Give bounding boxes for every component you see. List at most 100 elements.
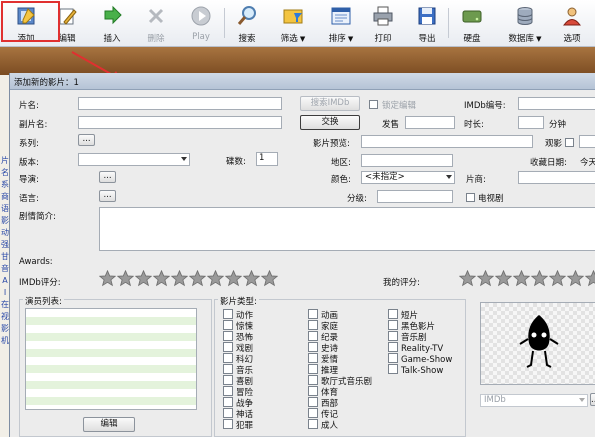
- genre-checkbox[interactable]: 冒险: [223, 386, 253, 398]
- my-rating-stars[interactable]: [459, 270, 595, 288]
- rating-star-icon[interactable]: [189, 270, 206, 287]
- genre-checkbox[interactable]: 西部: [308, 397, 338, 409]
- genre-checkbox[interactable]: 体育: [308, 386, 338, 398]
- print-button[interactable]: 打印: [364, 0, 402, 46]
- checkbox-box[interactable]: [223, 397, 233, 407]
- tv-series-checkbox[interactable]: [466, 193, 475, 202]
- genre-checkbox[interactable]: 音乐: [223, 364, 253, 376]
- checkbox-box[interactable]: [223, 364, 233, 374]
- swap-button[interactable]: 交换: [300, 115, 360, 130]
- checkbox-box[interactable]: [223, 386, 233, 396]
- filter-button[interactable]: 筛选 ▼: [270, 0, 316, 46]
- genre-checkbox[interactable]: 成人: [308, 419, 338, 431]
- genre-checkbox[interactable]: 音乐剧: [388, 331, 427, 343]
- checkbox-box[interactable]: [308, 353, 318, 363]
- checkbox-box[interactable]: [388, 320, 398, 330]
- release-input[interactable]: [405, 116, 455, 129]
- checkbox-box[interactable]: [388, 364, 398, 374]
- genre-checkbox[interactable]: 犯罪: [223, 419, 253, 431]
- rating-star-icon[interactable]: [171, 270, 188, 287]
- genre-checkbox[interactable]: 黑色影片: [388, 320, 435, 332]
- genre-checkbox[interactable]: 推理: [308, 364, 338, 376]
- rating-star-icon[interactable]: [225, 270, 242, 287]
- version-select[interactable]: [78, 153, 190, 166]
- genre-checkbox[interactable]: 动作: [223, 309, 253, 321]
- cast-list[interactable]: [25, 308, 197, 410]
- cover-source-select[interactable]: IMDb: [480, 394, 588, 407]
- checkbox-box[interactable]: [223, 342, 233, 352]
- synopsis-textarea[interactable]: [99, 207, 595, 251]
- genre-checkbox[interactable]: 家庭: [308, 320, 338, 332]
- genre-checkbox[interactable]: 神话: [223, 408, 253, 420]
- checkbox-box[interactable]: [308, 375, 318, 385]
- rating-star-icon[interactable]: [135, 270, 152, 287]
- genre-checkbox[interactable]: 爱情: [308, 353, 338, 365]
- checkbox-box[interactable]: [308, 419, 318, 429]
- checkbox-box[interactable]: [223, 320, 233, 330]
- producer-input[interactable]: [518, 171, 595, 184]
- checkbox-box[interactable]: [223, 375, 233, 385]
- director-browse-button[interactable]: ...: [99, 171, 116, 183]
- genre-checkbox[interactable]: 科幻: [223, 353, 253, 365]
- checkbox-box[interactable]: [308, 364, 318, 374]
- genre-checkbox[interactable]: 惊悚: [223, 320, 253, 332]
- language-browse-button[interactable]: ...: [99, 190, 116, 202]
- edit-cast-button[interactable]: 编辑: [83, 417, 135, 432]
- database-button[interactable]: 数据库 ▼: [500, 0, 550, 46]
- search-imdb-button[interactable]: 搜索IMDb: [300, 96, 360, 111]
- dialog-titlebar[interactable]: 添加新的影片：1: [10, 73, 595, 90]
- rating-star-icon[interactable]: [531, 270, 548, 287]
- genre-checkbox[interactable]: 戏剧: [223, 342, 253, 354]
- rating-star-icon[interactable]: [261, 270, 278, 287]
- checkbox-box[interactable]: [308, 342, 318, 352]
- genre-checkbox[interactable]: 动画: [308, 309, 338, 321]
- rating-star-icon[interactable]: [117, 270, 134, 287]
- lock-edit-checkbox[interactable]: [369, 100, 378, 109]
- search-button[interactable]: 搜索: [226, 0, 268, 46]
- checkbox-box[interactable]: [388, 342, 398, 352]
- watched-checkbox[interactable]: [565, 138, 574, 147]
- imdb-rating-stars[interactable]: [99, 270, 279, 288]
- discs-spinner[interactable]: 1: [256, 152, 278, 166]
- checkbox-box[interactable]: [308, 408, 318, 418]
- rating-star-icon[interactable]: [153, 270, 170, 287]
- genre-checkbox[interactable]: 战争: [223, 397, 253, 409]
- checkbox-box[interactable]: [308, 309, 318, 319]
- checkbox-box[interactable]: [223, 331, 233, 341]
- options-button[interactable]: 选项: [552, 0, 592, 46]
- collect-date-value[interactable]: 今天: [580, 156, 595, 168]
- grade-input[interactable]: [377, 190, 453, 203]
- rating-star-icon[interactable]: [549, 270, 566, 287]
- rating-star-icon[interactable]: [243, 270, 260, 287]
- checkbox-box[interactable]: [223, 309, 233, 319]
- checkbox-box[interactable]: [388, 309, 398, 319]
- genre-checkbox[interactable]: 喜剧: [223, 375, 253, 387]
- disk-button[interactable]: 硬盘: [452, 0, 492, 46]
- genre-checkbox[interactable]: 短片: [388, 309, 418, 321]
- insert-button[interactable]: 插入: [90, 0, 134, 46]
- title-input[interactable]: [78, 97, 282, 110]
- genre-checkbox[interactable]: Talk-Show: [388, 364, 443, 376]
- checkbox-box[interactable]: [308, 331, 318, 341]
- rating-star-icon[interactable]: [477, 270, 494, 287]
- duration-input[interactable]: [518, 116, 544, 129]
- export-button[interactable]: 导出: [408, 0, 446, 46]
- delete-button[interactable]: 删除: [134, 0, 178, 46]
- checkbox-box[interactable]: [223, 408, 233, 418]
- checkbox-box[interactable]: [308, 386, 318, 396]
- subtitle-input[interactable]: [78, 116, 282, 129]
- genre-checkbox[interactable]: 史诗: [308, 342, 338, 354]
- cover-source-button[interactable]: ...: [590, 393, 595, 406]
- genre-checkbox[interactable]: Game-Show: [388, 353, 452, 365]
- region-input[interactable]: [361, 154, 453, 167]
- checkbox-box[interactable]: [388, 331, 398, 341]
- checkbox-box[interactable]: [388, 353, 398, 363]
- genre-checkbox[interactable]: 歌厅式音乐剧: [308, 375, 372, 387]
- checkbox-box[interactable]: [308, 397, 318, 407]
- rating-star-icon[interactable]: [495, 270, 512, 287]
- color-select[interactable]: <未指定>: [361, 171, 455, 184]
- rating-star-icon[interactable]: [585, 270, 595, 287]
- imdb-id-input[interactable]: [518, 97, 595, 110]
- sort-button[interactable]: 排序 ▼: [318, 0, 364, 46]
- genre-checkbox[interactable]: 传记: [308, 408, 338, 420]
